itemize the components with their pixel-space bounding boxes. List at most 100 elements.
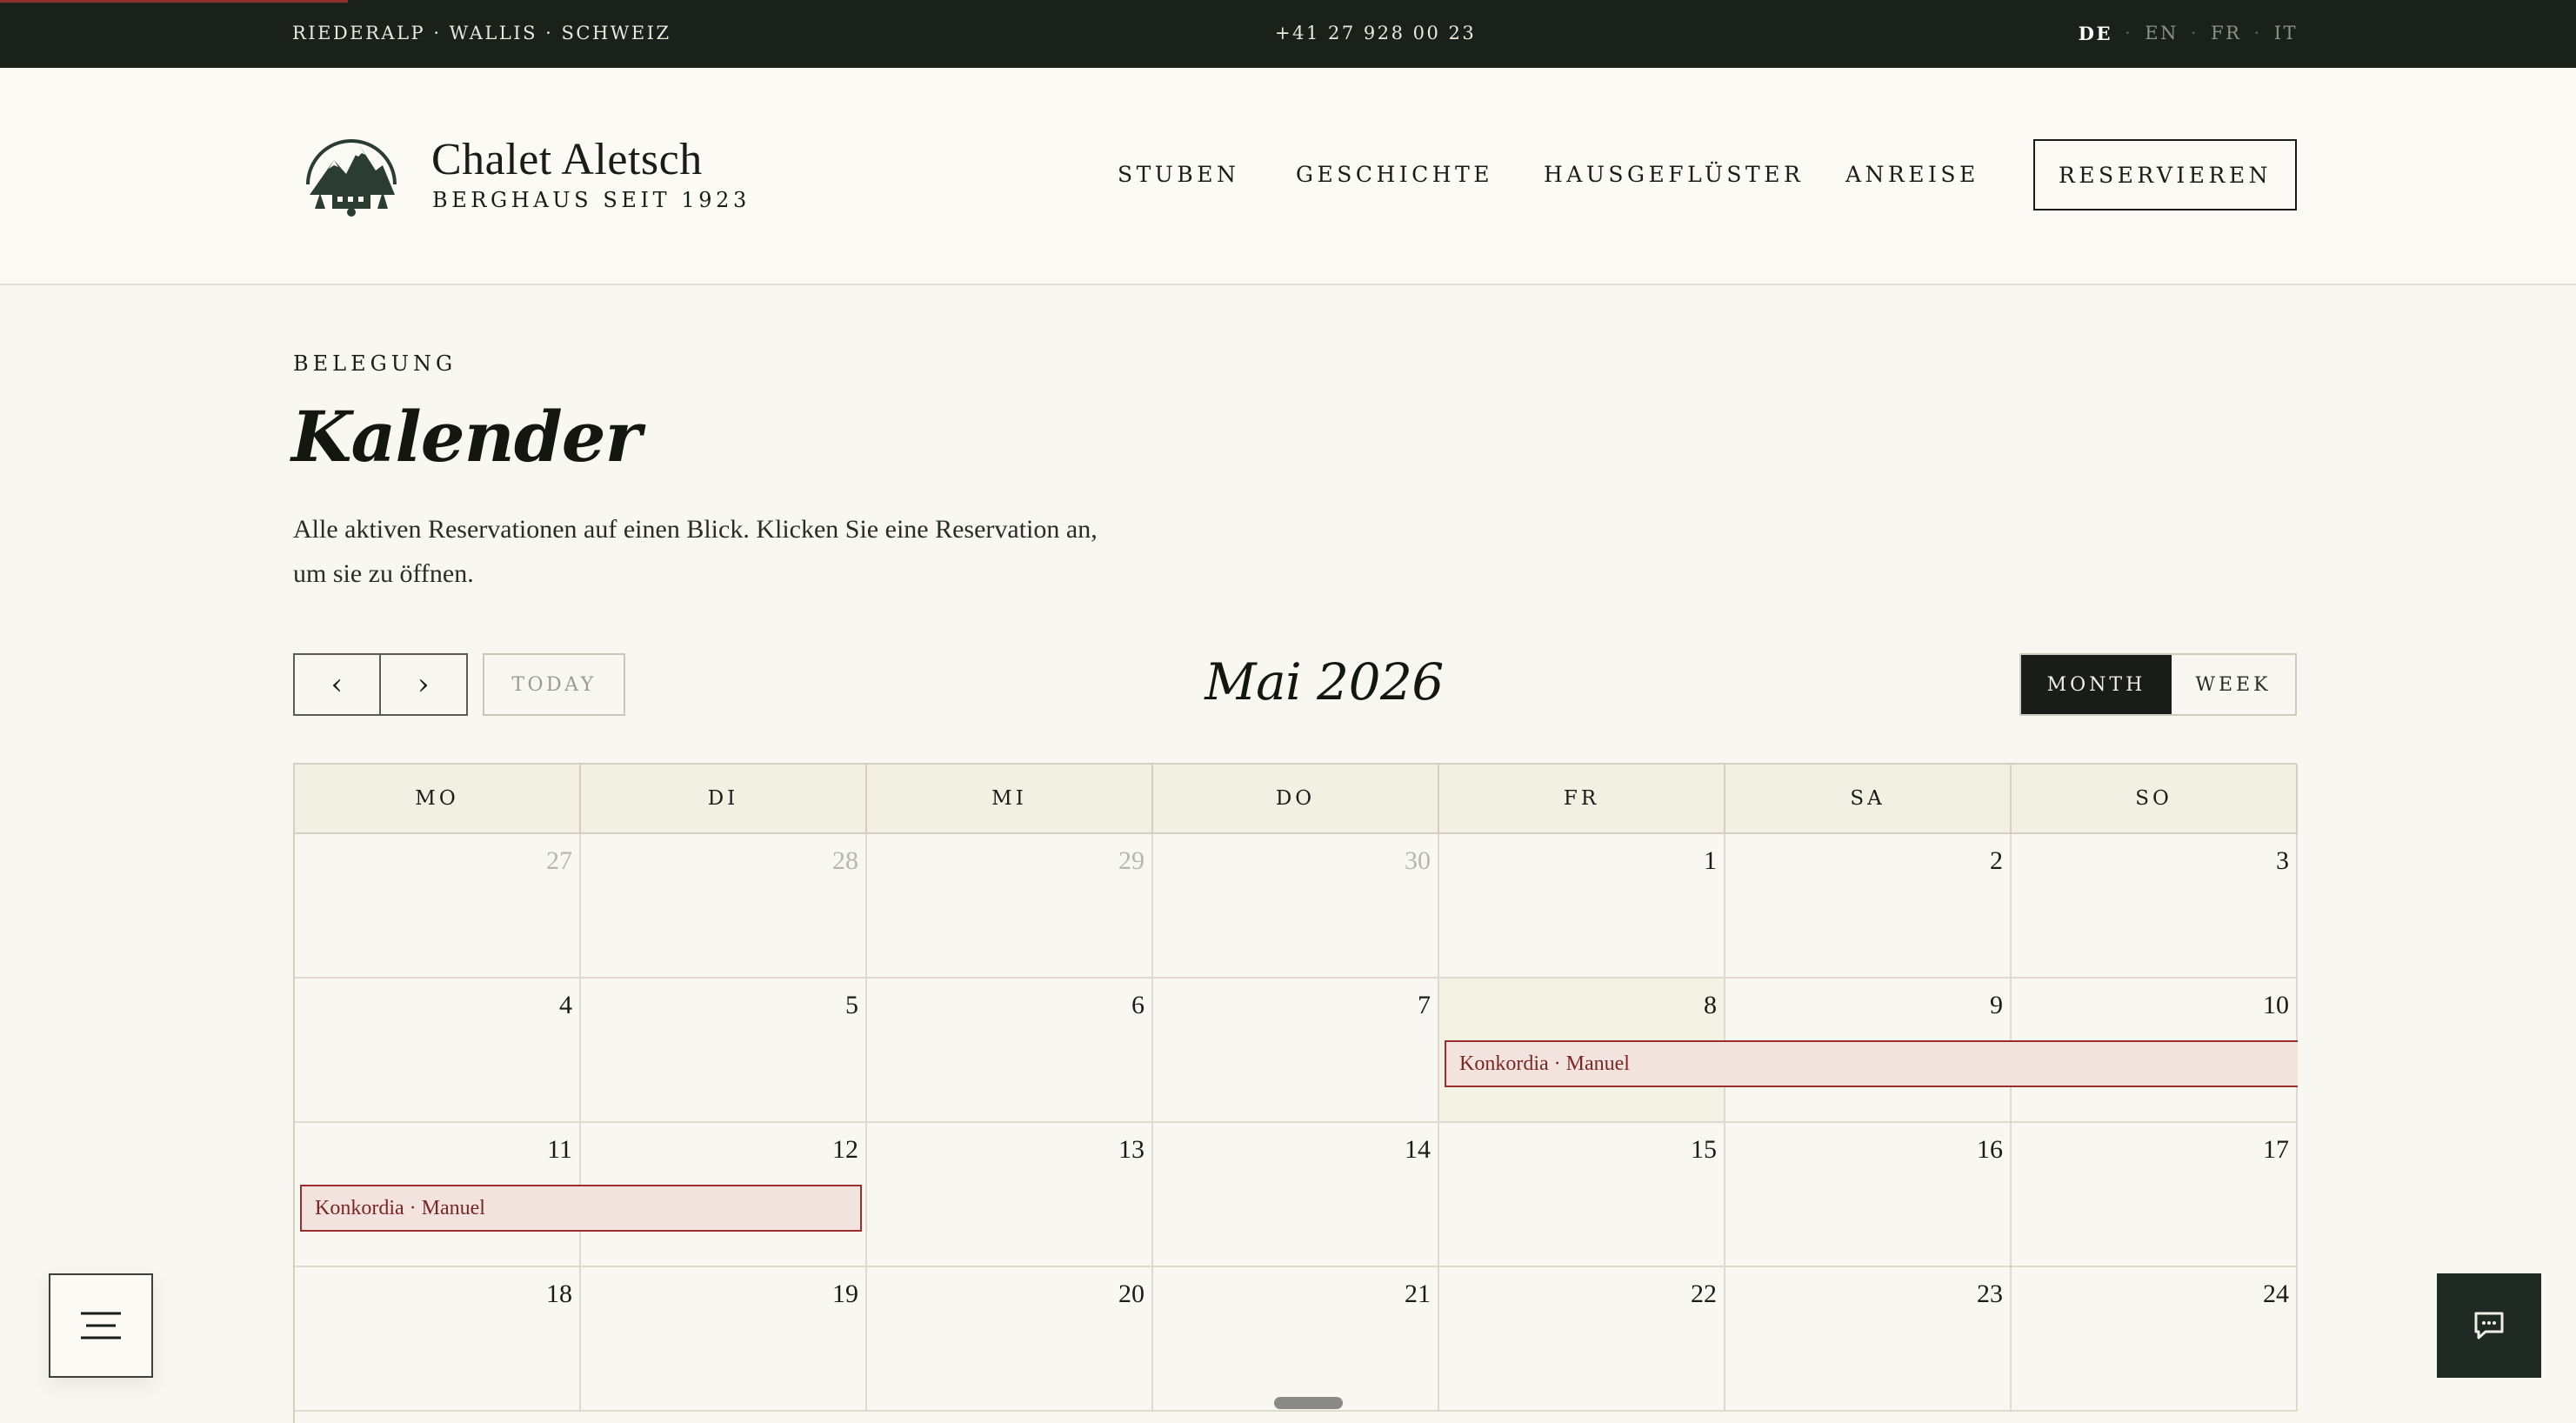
day-number: 15 [1691, 1135, 1717, 1164]
nav-stuben[interactable]: STUBEN [1118, 162, 1239, 187]
next-month-button[interactable]: › [381, 655, 467, 714]
location-text: RIEDERALP · WALLIS · SCHWEIZ [292, 23, 671, 43]
day-number: 8 [1704, 991, 1717, 1019]
chevron-right-icon: › [417, 667, 430, 702]
calendar-day-cell[interactable]: 18 [295, 1267, 581, 1412]
calendar-grid: MO DI MI DO FR SA SO 27 28 29 30 1 2 3 4 5 6 7 8 9 10 11 12 13… [293, 763, 2299, 1423]
scroll-handle[interactable] [1274, 1397, 1343, 1409]
phone-link[interactable]: +41 27 928 00 23 [1275, 23, 1476, 43]
hamburger-menu-icon [81, 1312, 121, 1339]
day-number: 18 [546, 1279, 572, 1308]
site-header: Chalet Aletsch BERGHAUS SEIT 1923 STUBEN… [0, 68, 2576, 285]
prev-month-button[interactable]: ‹ [295, 655, 381, 714]
lang-it[interactable]: IT [2274, 23, 2298, 44]
month-navigation: ‹ › [293, 653, 468, 716]
calendar-day-cell[interactable]: 21 [1153, 1267, 1439, 1412]
intro-line: Alle aktiven Reservationen auf einen Bli… [293, 515, 1098, 544]
section-eyebrow: BELEGUNG [293, 351, 457, 376]
calendar-day-cell[interactable]: 2 [1725, 834, 2012, 979]
nav-hausgefluester[interactable]: HAUSGEFLÜSTER [1544, 162, 1804, 187]
calendar-day-cell[interactable]: 20 [867, 1267, 1153, 1412]
view-toggle: MONTH WEEK [2019, 653, 2297, 716]
day-number: 16 [1977, 1135, 2003, 1164]
day-number: 2 [1990, 846, 2003, 875]
weekday-header: FR [1439, 765, 1725, 834]
calendar-day-cell[interactable]: 13 [867, 1123, 1153, 1267]
calendar-day-cell[interactable]: 23 [1725, 1267, 2012, 1412]
menu-button[interactable] [49, 1273, 153, 1378]
chevron-left-icon: ‹ [330, 667, 344, 702]
day-number: 13 [1118, 1135, 1145, 1164]
day-number: 7 [1418, 991, 1431, 1019]
calendar-day-cell[interactable]: 14 [1153, 1123, 1439, 1267]
calendar-day-cell[interactable]: 4 [295, 979, 581, 1123]
day-number: 22 [1691, 1279, 1717, 1308]
lang-en[interactable]: EN [2145, 23, 2179, 44]
view-week-button[interactable]: WEEK [2172, 655, 2295, 714]
mountain-chalet-logo-icon[interactable] [303, 130, 400, 217]
day-number: 19 [832, 1279, 858, 1308]
calendar-day-cell[interactable]: 19 [581, 1267, 867, 1412]
day-number: 11 [547, 1135, 572, 1164]
nav-anreise[interactable]: ANREISE [1845, 162, 1979, 187]
day-number: 6 [1131, 991, 1145, 1019]
lang-de[interactable]: DE [2079, 23, 2112, 44]
day-number: 1 [1704, 846, 1717, 875]
reservation-event[interactable]: Konkordia · Manuel [300, 1185, 862, 1232]
day-number: 14 [1405, 1135, 1431, 1164]
day-number: 20 [1118, 1279, 1145, 1308]
weekday-header: SO [2012, 765, 2298, 834]
weekday-header: MO [295, 765, 581, 834]
calendar-day-cell[interactable]: 17 [2012, 1123, 2298, 1267]
weekday-header-row: MO DI MI DO FR SA SO [295, 765, 2299, 834]
calendar-day-cell[interactable]: 1 [1439, 834, 1725, 979]
intro-line: um sie zu öffnen. [293, 559, 474, 588]
view-month-button[interactable]: MONTH [2021, 655, 2172, 714]
reserve-button[interactable]: RESERVIEREN [2033, 139, 2297, 210]
language-switcher: DE · EN · FR · IT [2079, 23, 2298, 44]
lang-separator: · [2253, 23, 2262, 43]
day-number: 9 [1990, 991, 2003, 1019]
chat-button[interactable] [2437, 1273, 2541, 1378]
weekday-header: DI [581, 765, 867, 834]
calendar-day-cell[interactable]: 30 [1153, 834, 1439, 979]
calendar-day-cell[interactable]: 24 [2012, 1267, 2298, 1412]
top-accent-line [0, 0, 348, 3]
lang-fr[interactable]: FR [2211, 23, 2241, 44]
day-number: 12 [832, 1135, 858, 1164]
calendar-day-cell[interactable]: 6 [867, 979, 1153, 1123]
day-number: 5 [845, 991, 858, 1019]
weekday-header: MI [867, 765, 1153, 834]
page-intro: Alle aktiven Reservationen auf einen Bli… [293, 507, 1128, 596]
lang-separator: · [2125, 23, 2133, 43]
day-number: 23 [1977, 1279, 2003, 1308]
page-title: Kalender [291, 396, 642, 478]
calendar-day-cell[interactable]: 27 [295, 834, 581, 979]
calendar-day-cell[interactable]: 5 [581, 979, 867, 1123]
day-number: 29 [1118, 846, 1145, 875]
weekday-header: SA [1725, 765, 2012, 834]
lang-separator: · [2190, 23, 2199, 43]
top-bar: RIEDERALP · WALLIS · SCHWEIZ +41 27 928 … [0, 0, 2576, 68]
calendar-day-cell[interactable]: 22 [1439, 1267, 1725, 1412]
nav-geschichte[interactable]: GESCHICHTE [1296, 162, 1493, 187]
day-number: 10 [2263, 991, 2289, 1019]
calendar-day-cell[interactable]: 3 [2012, 834, 2298, 979]
day-number: 4 [559, 991, 572, 1019]
reservation-event[interactable]: Konkordia · Manuel [1445, 1040, 2298, 1087]
brand-tagline: BERGHAUS SEIT 1923 [432, 188, 751, 212]
calendar-day-cell[interactable]: 7 [1153, 979, 1439, 1123]
calendar-day-cell[interactable]: 28 [581, 834, 867, 979]
day-number: 17 [2263, 1135, 2289, 1164]
current-month-label: Mai 2026 [1205, 652, 1444, 712]
today-button[interactable]: TODAY [483, 653, 625, 716]
calendar-day-cell[interactable]: 29 [867, 834, 1153, 979]
calendar-day-cell[interactable]: 15 [1439, 1123, 1725, 1267]
calendar-day-cell[interactable]: 16 [1725, 1123, 2012, 1267]
day-number: 24 [2263, 1279, 2289, 1308]
day-number: 30 [1405, 846, 1431, 875]
day-number: 3 [2276, 846, 2289, 875]
day-number: 28 [832, 846, 858, 875]
brand-name[interactable]: Chalet Aletsch [431, 134, 703, 185]
day-number: 21 [1405, 1279, 1431, 1308]
